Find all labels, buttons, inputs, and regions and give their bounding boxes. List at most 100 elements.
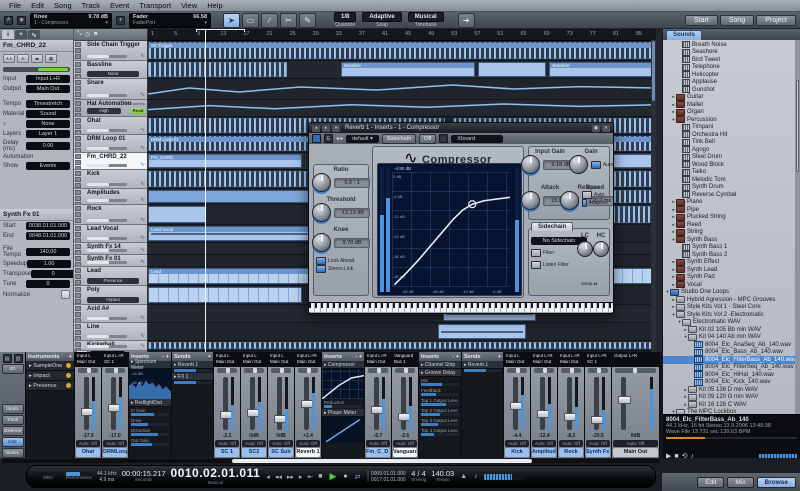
mat-value[interactable]: Sound <box>26 110 70 118</box>
preset-nav-icons[interactable]: ◂ ▸ <box>336 136 343 142</box>
inserts-buttons[interactable]: - + <box>452 354 459 360</box>
tree-item-steel-drum[interactable]: Steel Drum <box>663 153 800 162</box>
channel-name-tab[interactable]: Amplitudes <box>532 448 556 457</box>
tree-item-kit-09-120-g-min-wav[interactable]: ▸ Kit 09 120 G min WAV <box>663 393 800 402</box>
view-button-browse[interactable]: Browse <box>756 476 796 488</box>
automation-mode[interactable]: Auto: Off <box>613 440 658 447</box>
track-header-kick[interactable]: Kick ∿ <box>74 170 147 189</box>
gain-auto[interactable]: Auto <box>590 160 613 169</box>
record-button[interactable] <box>75 92 81 97</box>
clip[interactable]: Bassline <box>341 62 476 77</box>
tree-item-wood-block[interactable]: Wood Block <box>663 161 800 169</box>
menu-item-file[interactable]: File <box>4 1 26 10</box>
tree-item-hybrid-agression-mpc-grooves[interactable]: ▸ Hybrid Agression - MPC Grooves <box>663 296 800 304</box>
release-knob[interactable] <box>560 191 579 210</box>
automation-mode[interactable]: Auto: Off <box>269 440 293 447</box>
sidechain-button[interactable]: Sidechain <box>381 133 417 144</box>
track-lane-hat-automation[interactable] <box>148 100 656 117</box>
file-value[interactable]: 1.00 <box>27 260 72 268</box>
channel-strip-reverb-1[interactable]: Input L+R Main Out +2.4 Auto: Off Reverb 1 <box>295 352 322 458</box>
channel-name-tab[interactable]: SC 1 <box>215 448 239 457</box>
send-level[interactable] <box>174 381 211 384</box>
page-button-song[interactable]: Song <box>719 14 755 26</box>
volume-slider[interactable] <box>87 345 127 348</box>
plugin-pin-icon[interactable]: ▣ <box>592 124 600 132</box>
timebase-value[interactable]: Musical <box>407 12 444 22</box>
channel-name-tab[interactable]: Reverb 1 <box>296 448 320 457</box>
channel-name-tab[interactable]: Synth Fx 14 <box>586 448 610 457</box>
plugin-close-icon[interactable]: ✕ <box>602 124 610 132</box>
tree-item-pipe[interactable]: ▸ Pipe <box>663 206 800 214</box>
tree-item-reverse-cymbal[interactable]: Reverse Cymbal <box>663 191 800 199</box>
plugin-edit-icon[interactable]: E <box>324 134 333 143</box>
pan-thumb[interactable] <box>597 368 601 373</box>
track-header-fm-chrd-22[interactable]: Fm_CHRD_22 ∿ <box>74 153 147 170</box>
range-tool-icon[interactable]: ▭ <box>242 12 259 28</box>
listen-filter-check[interactable]: Listen Filter <box>531 261 607 269</box>
menu-item-transport[interactable]: Transport <box>134 1 176 10</box>
solo-button[interactable] <box>75 124 81 129</box>
tree-item-synth-lead[interactable]: ▸ Synth Lead <box>663 266 800 274</box>
clip[interactable] <box>148 206 206 223</box>
mute-button[interactable] <box>75 80 81 85</box>
automation-param[interactable]: High <box>87 108 121 114</box>
send-item-reverb-1[interactable]: ▸ Reverb 1 <box>462 361 503 369</box>
tree-item-orchestra-hit[interactable]: Orchestra Hit <box>663 131 800 139</box>
pan-slider[interactable] <box>507 368 527 373</box>
volume-slider[interactable] <box>87 249 127 252</box>
insert-device-channel-strip[interactable]: ▸ Channel Strip <box>419 361 461 369</box>
solo-button[interactable] <box>75 348 81 350</box>
loop-range[interactable] <box>196 29 245 32</box>
speed-adaptive[interactable]: Adaptive <box>582 199 608 207</box>
page-button-start[interactable]: Start <box>685 14 718 26</box>
mute-button[interactable] <box>75 101 81 106</box>
param-slider-distortion[interactable] <box>131 433 169 436</box>
track-header-line[interactable]: Line ∿ <box>74 323 147 341</box>
mute-button[interactable] <box>75 154 81 159</box>
pan-thumb[interactable] <box>570 368 574 373</box>
io-view-icon-1[interactable]: ▥ <box>13 354 23 363</box>
strip-output-label[interactable]: Main Out <box>560 359 582 365</box>
pan-thumb[interactable] <box>280 368 284 373</box>
automation-mode[interactable]: Auto: Off <box>366 440 390 447</box>
tree-item-8004-elc-filterseq-ab-140-wav[interactable]: 8004_Elc_FilterSeq_Ab_140.wav <box>663 363 800 372</box>
automation-mode[interactable]: Auto: Off <box>559 440 583 447</box>
automation-curve[interactable] <box>148 100 656 116</box>
track-lane-snare[interactable] <box>148 79 656 100</box>
view-button-mix[interactable]: Mix <box>727 476 754 488</box>
io-button-banks[interactable]: Banks <box>1 448 24 458</box>
menu-item-event[interactable]: Event <box>105 1 134 10</box>
automation-mode[interactable]: Auto: Off <box>76 440 100 447</box>
volume-slider[interactable] <box>87 199 127 202</box>
tree-item-8004-elc-bass-ab-140-wav[interactable]: 8004_Elc_Bass_Ab_140.wav <box>663 348 800 357</box>
plugin-nav-icon-2[interactable]: ▾ <box>332 124 340 132</box>
sends-buttons[interactable]: + <box>208 354 211 360</box>
speed-adaptive-checkbox[interactable] <box>582 199 587 207</box>
insert-device-groove-delay[interactable]: ▸ Groove Delay <box>419 369 461 377</box>
fader-param-box-dropdown-icon[interactable]: ▾ <box>204 20 207 26</box>
track-header-synth-fx-14[interactable]: Synth Fx 14 ∿ <box>74 243 147 255</box>
track-lane-line[interactable] <box>148 323 656 341</box>
pan-slider[interactable] <box>217 368 237 373</box>
tree-item-percussion[interactable]: ▾ Percussion <box>663 116 800 124</box>
mute-button[interactable] <box>75 256 81 261</box>
stereo-link-checkbox[interactable] <box>316 265 326 273</box>
automation-mode[interactable]: Auto: Off <box>296 440 320 447</box>
param-link-icon[interactable]: ▾ <box>116 15 125 25</box>
arrange-vscrollbar[interactable] <box>651 40 656 352</box>
pan-thumb[interactable] <box>633 368 638 373</box>
plugin-nav-icon-1[interactable]: ▸ <box>322 124 330 132</box>
pan-slider[interactable] <box>244 368 264 373</box>
timeline-ruler[interactable]: 1 5 9 13 17 21 25 29 33 37 41 45 49 53 57 61 65 69 73 77 81 8… <box>148 29 656 41</box>
param-slider-tap-4-output-leve[interactable] <box>421 433 459 436</box>
record-button[interactable] <box>75 54 81 59</box>
strip-output-label[interactable]: Main Out <box>243 359 265 365</box>
track-header-poly[interactable]: Poly Impact <box>74 286 147 305</box>
bypass-off-button[interactable]: Off <box>419 133 437 144</box>
tree-item-synth-drum[interactable]: Synth Drum <box>663 183 800 192</box>
strip-output-label[interactable]: SC 1 <box>104 359 126 365</box>
sends-buttons[interactable]: + <box>498 354 501 360</box>
clip[interactable] <box>148 342 656 349</box>
track-header-acid-a[interactable]: Acid A# ∿ <box>74 305 147 323</box>
pan-thumb[interactable] <box>87 368 91 373</box>
